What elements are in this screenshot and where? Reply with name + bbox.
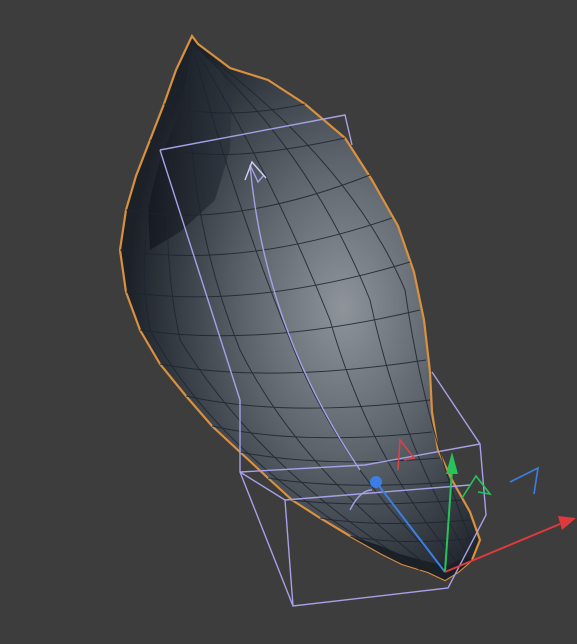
axis-y-handle[interactable] xyxy=(446,452,458,474)
3d-viewport[interactable] xyxy=(0,0,577,644)
axis-z-handle[interactable] xyxy=(370,476,382,488)
viewport-canvas[interactable] xyxy=(0,0,577,644)
axis-x-handle[interactable] xyxy=(558,516,576,530)
axis-z-arrow-icon xyxy=(509,466,540,495)
axis-y-arrow-icon xyxy=(461,474,492,499)
